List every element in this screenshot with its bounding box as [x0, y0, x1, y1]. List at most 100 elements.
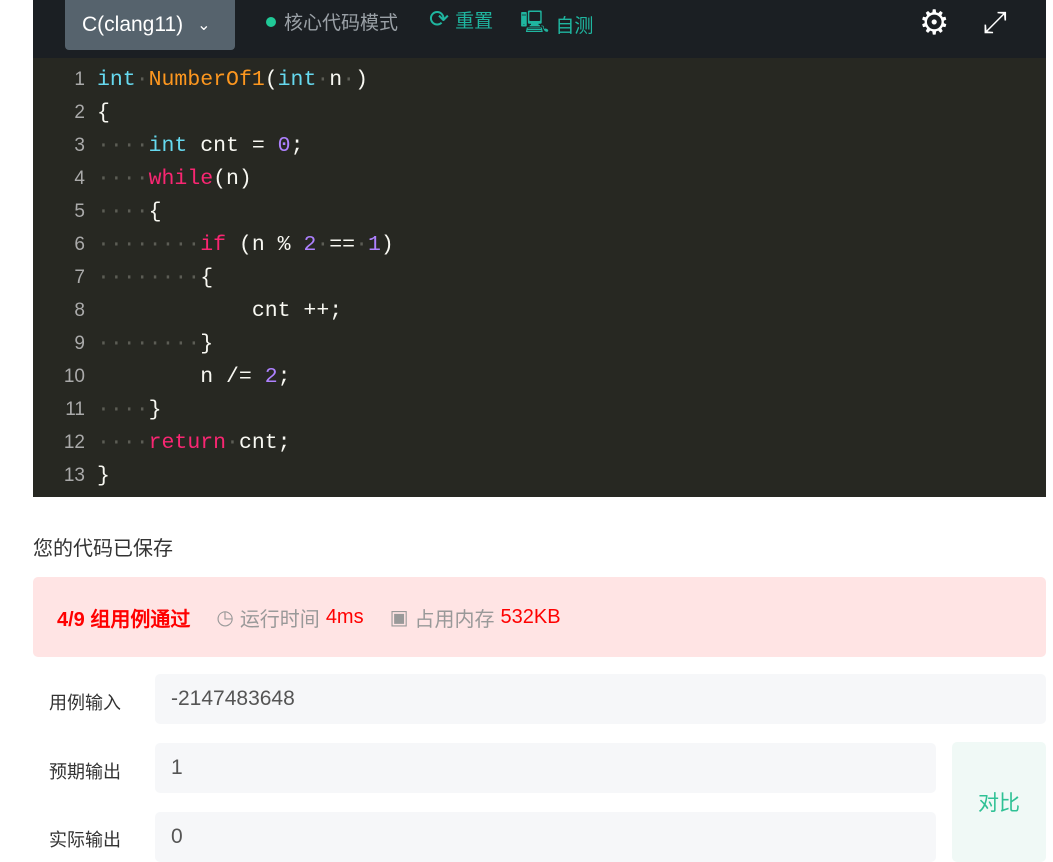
code-token: n /= [97, 364, 265, 389]
line-number: 4 [74, 167, 85, 189]
line-number: 13 [63, 464, 85, 486]
code-token: { [148, 199, 162, 224]
code-token: return [148, 430, 227, 455]
runtime-label: 运行时间 [239, 608, 320, 631]
code-token: cnt = [187, 133, 278, 158]
clock-icon: ◷ [216, 606, 234, 629]
code-line: 10 n /= 2; [33, 360, 1046, 393]
whitespace-marker: ···· [97, 430, 149, 455]
code-token: 2 [264, 364, 278, 389]
status-dot-icon [266, 16, 276, 27]
self-test-button[interactable]: 🖳 自测 [520, 5, 593, 43]
code-token: ) [355, 67, 368, 92]
memory-value: 532KB [500, 605, 561, 628]
code-token: } [148, 397, 162, 422]
code-token: cnt ++; [97, 298, 343, 323]
input-label: 用例输入 [49, 693, 121, 713]
code-line: 5 ····{ [33, 195, 1046, 228]
pass-count: 4/9 组用例通过 [57, 608, 191, 631]
code-line: 13} [33, 459, 1046, 492]
fullscreen-icon[interactable]: ⤢ [983, 5, 1007, 41]
whitespace-marker: · [355, 232, 368, 257]
code-token: (n % [226, 232, 304, 257]
code-line: 6 ········ if (n % 2 · == · 1) [33, 228, 1046, 261]
editor-toolbar: C(clang11) ⌄ 核心代码模式 ⟳ 重置 🖳 自测 ⚙ ⤢ [33, 0, 1046, 58]
expected-label: 预期输出 [49, 762, 121, 782]
actual-output-field[interactable]: 0 [155, 812, 936, 862]
code-token: 0 [277, 133, 291, 158]
code-token: int [148, 133, 188, 158]
code-line: 7 ········{ [33, 261, 1046, 294]
whitespace-marker: ········ [97, 331, 201, 356]
reset-label: 重置 [455, 11, 494, 32]
whitespace-marker: ········ [97, 265, 201, 290]
code-token: (n) [213, 166, 252, 191]
code-token: { [97, 100, 110, 125]
mode-label: 核心代码模式 [284, 13, 399, 34]
code-token: n [329, 67, 343, 92]
code-line: 4 ···· while (n) [33, 162, 1046, 195]
whitespace-marker: ···· [97, 133, 149, 158]
line-number: 1 [74, 68, 85, 90]
code-token: 1 [367, 232, 381, 257]
refresh-icon: ⟳ [429, 6, 450, 33]
code-line: 1 int · NumberOf1(int · n ·) [33, 63, 1046, 96]
whitespace-marker: ···· [97, 199, 149, 224]
line-number: 6 [74, 233, 85, 255]
line-number: 9 [74, 332, 85, 354]
input-field[interactable]: -2147483648 [155, 674, 1046, 724]
code-line: 9 ········} [33, 327, 1046, 360]
code-token: ; [277, 364, 291, 389]
code-token: ) [380, 232, 394, 257]
code-token: { [200, 265, 214, 290]
code-line: 8 cnt ++; [33, 294, 1046, 327]
whitespace-marker: · [226, 430, 239, 455]
code-token: NumberOf1 [148, 67, 265, 92]
code-token: if [200, 232, 227, 257]
code-token: int [277, 67, 317, 92]
save-status: 您的代码已保存 [33, 538, 173, 560]
code-token: 2 [303, 232, 317, 257]
code-token: ( [264, 67, 278, 92]
code-token: == [329, 232, 356, 257]
code-editor[interactable]: 1 int · NumberOf1(int · n ·) 2{3 ···· int cnt = 0… [33, 58, 1046, 497]
language-select[interactable]: C(clang11) ⌄ [65, 0, 235, 50]
expected-output-field[interactable]: 1 [155, 743, 936, 793]
line-number: 7 [74, 266, 85, 288]
chip-icon: ▣ [389, 606, 409, 629]
memory-label: 占用内存 [414, 608, 495, 631]
whitespace-marker: · [316, 67, 330, 92]
actual-label: 实际输出 [49, 830, 121, 850]
whitespace-marker: ···· [97, 166, 149, 191]
runtime-value: 4ms [325, 605, 364, 628]
chevron-down-icon: ⌄ [197, 17, 211, 34]
whitespace-marker: · [342, 67, 356, 92]
result-banner: 4/9 组用例通过 ◷ 运行时间 4ms ▣ 占用内存 532KB [33, 577, 1046, 657]
line-number: 2 [74, 101, 85, 123]
monitor-icon: 🖳 [520, 9, 550, 34]
code-line: 11 ····} [33, 393, 1046, 426]
compare-button[interactable]: 对比 [952, 742, 1046, 862]
code-token: } [200, 331, 214, 356]
whitespace-marker: · [135, 67, 149, 92]
code-token: cnt; [238, 430, 291, 455]
line-number: 12 [63, 431, 85, 453]
whitespace-marker: · [316, 232, 330, 257]
whitespace-marker: ···· [97, 397, 149, 422]
line-number: 3 [74, 134, 85, 156]
line-number: 10 [63, 365, 85, 387]
code-line: 12 ···· return · cnt; [33, 426, 1046, 459]
line-number: 8 [74, 299, 85, 321]
code-line: 2{ [33, 96, 1046, 129]
reset-button[interactable]: ⟳ 重置 [429, 5, 493, 34]
whitespace-marker: ········ [97, 232, 201, 257]
self-test-label: 自测 [555, 15, 594, 37]
code-line: 3 ···· int cnt = 0; [33, 129, 1046, 162]
code-token: while [148, 166, 214, 191]
line-number: 11 [65, 398, 85, 420]
mode-indicator: 核心代码模式 [266, 8, 398, 35]
code-token: ; [290, 133, 304, 158]
gear-icon[interactable]: ⚙ [919, 5, 949, 41]
code-token: int [97, 67, 136, 92]
line-number: 5 [74, 200, 85, 222]
